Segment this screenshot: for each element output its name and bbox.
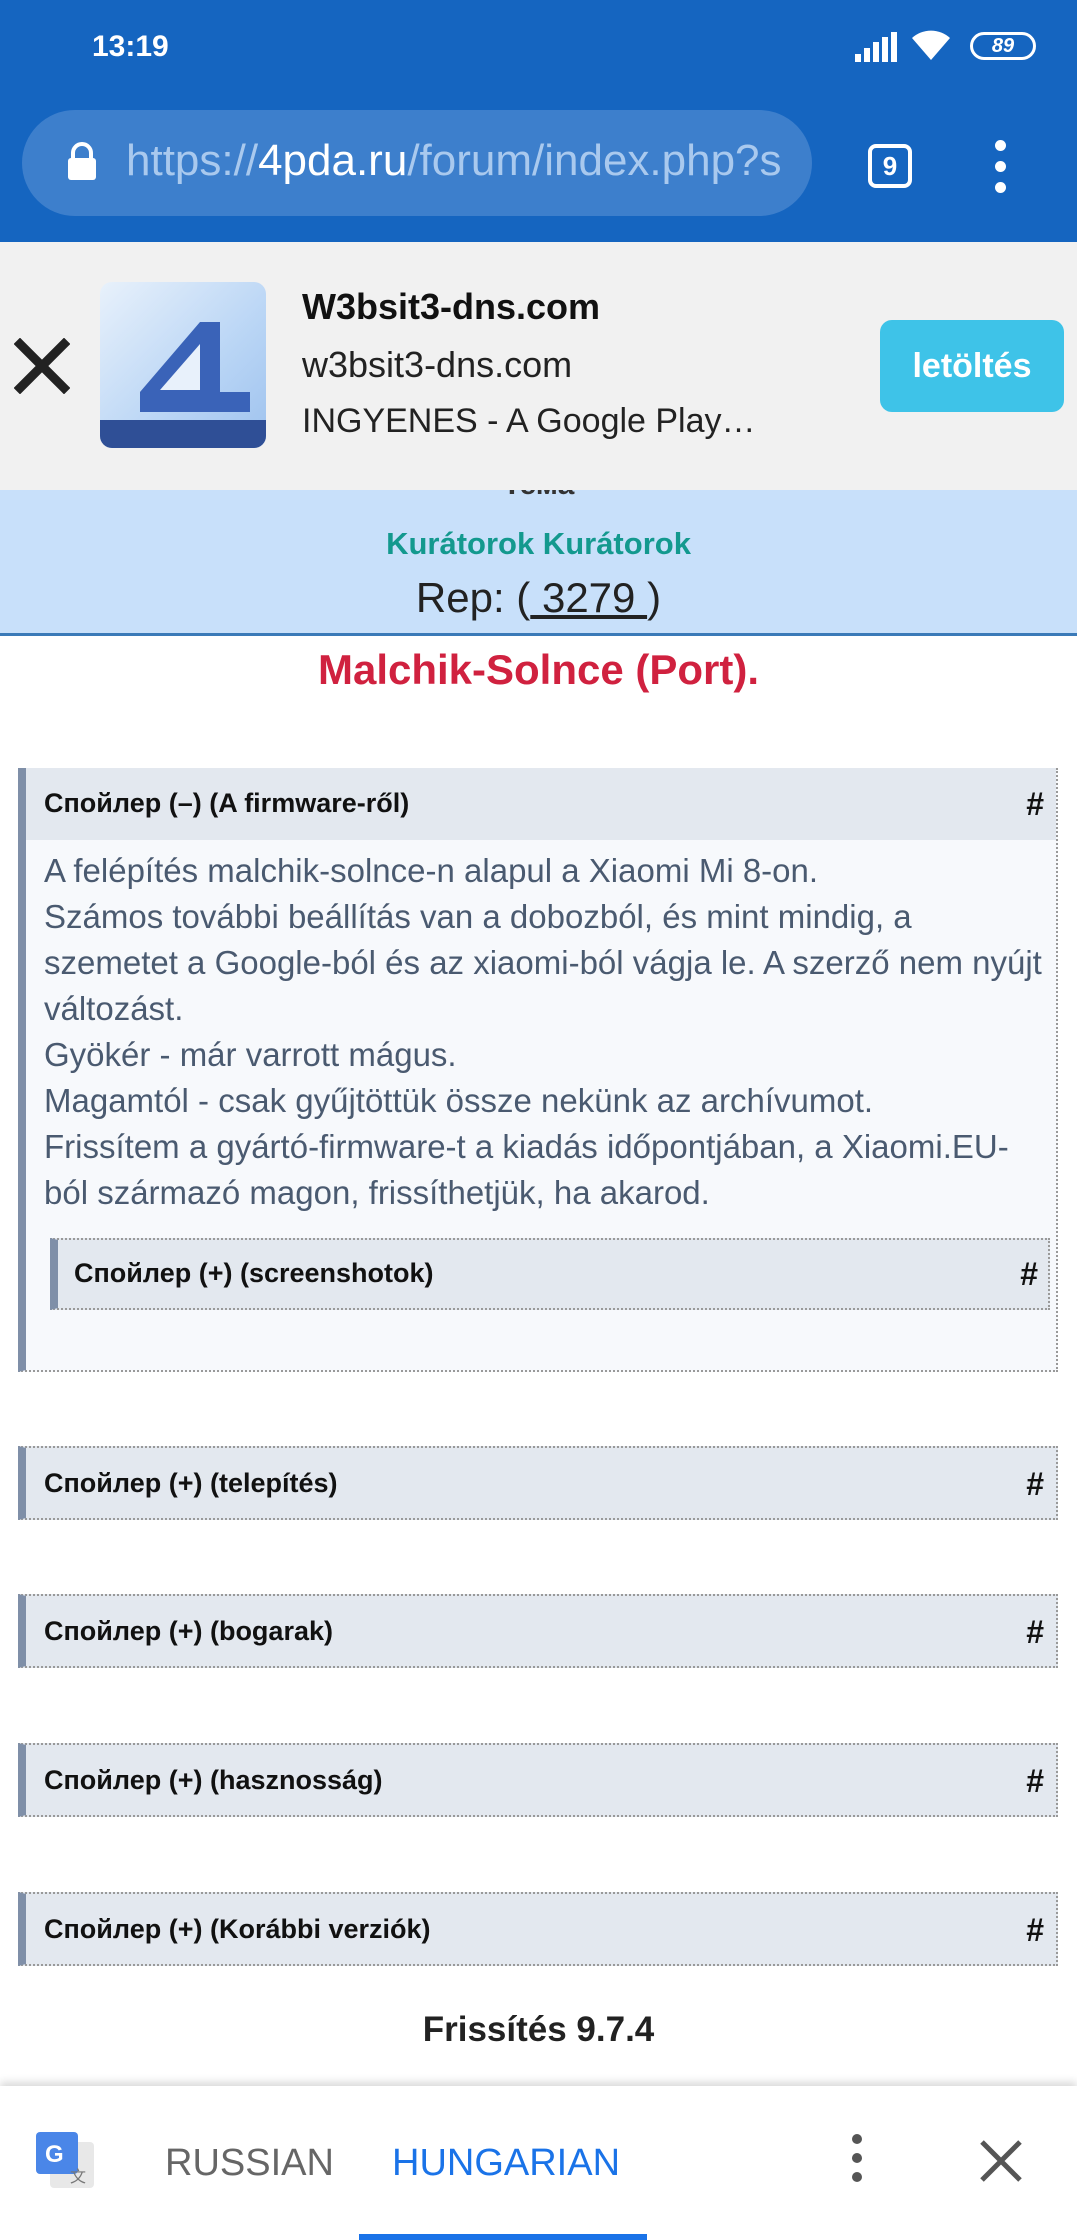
spoiler-label: Спойлер (+) (Korábbi verziók) [44,1914,431,1944]
spoiler-label: Спойлер (+) (screenshotok) [74,1258,434,1288]
spoiler-header[interactable]: Спойлер (+) (telepítés) # [26,1448,1056,1520]
url-host: 4pda.ru [258,136,408,185]
reputation: Rep: ( 3279 ) [0,574,1077,622]
spoiler-anchor-link[interactable]: # [1026,1763,1044,1800]
spoiler-anchor-link[interactable]: # [1026,1912,1044,1949]
url-scheme: https:// [126,136,259,185]
spoiler-header[interactable]: Спойлер (+) (hasznosság) # [26,1745,1056,1817]
post-text: Gyökér - már varrott mágus. [44,1036,457,1073]
ad-title: W3bsit3-dns.com [302,286,601,327]
spoiler-anchor-link[interactable]: # [1026,786,1044,823]
spoiler-header[interactable]: Спойлер (–) (A firmware-ről) # [26,768,1056,840]
app-logo [100,282,266,448]
menu-dot-icon [852,2134,862,2144]
spoiler-label: Спойлер (+) (telepítés) [44,1468,338,1498]
lock-icon [68,142,96,180]
spoiler-previous-versions[interactable]: Спойлер (+) (Korábbi verziók) # [18,1892,1058,1966]
close-icon[interactable] [978,2138,1024,2184]
selected-tab-indicator [359,2234,647,2240]
svg-text:G: G [45,2141,64,2168]
tab-switcher-button[interactable]: 9 [868,144,912,188]
google-translate-icon: G 文 [36,2132,94,2188]
ad-description: INGYENES - A Google Play… [302,402,756,440]
author-profile: Тема Kurátorok Kurátorok Rep: ( 3279 ) [0,490,1077,636]
menu-dot-icon [994,161,1006,172]
rep-suffix: ) [647,574,662,621]
status-time: 13:19 [92,30,169,63]
4pda-logo-icon [100,322,266,448]
url-path: /forum/index.php?s [407,136,782,185]
update-heading: Frissítés 9.7.4 [422,2010,655,2049]
spoiler-body: A felépítés malchik-solnce-n alapul a Xi… [26,840,1056,1350]
post-author[interactable]: Malchik-Solnce (Port). [0,646,1077,694]
menu-dot-icon [852,2153,862,2163]
target-language-tab[interactable]: HUNGARIAN [392,2142,620,2185]
ad-domain: w3bsit3-dns.com [302,344,573,385]
cell-signal-icon [855,32,897,62]
status-bar: 13:19 89 [0,0,1077,96]
spoiler-install[interactable]: Спойлер (+) (telepítés) # [18,1446,1058,1520]
post-text: Frissítem a gyártó-firmware-t a kiadás i… [44,1128,1009,1211]
user-group[interactable]: Kurátorok Kurátorok [0,526,1077,562]
spoiler-header[interactable]: Спойлер (+) (Korábbi verziók) # [26,1894,1056,1966]
wifi-icon [912,30,950,60]
profile-cut-label: Тема [0,490,1077,502]
address-bar[interactable]: https://4pda.ru/forum/index.php?s [22,110,812,216]
spoiler-label: Спойлер (+) (hasznosság) [44,1765,383,1795]
spoiler-header[interactable]: Спойлер (+) (bogarak) # [26,1596,1056,1668]
source-language-tab[interactable]: RUSSIAN [165,2142,334,2185]
browser-menu-button[interactable] [990,140,1010,200]
install-button[interactable]: letöltés [880,320,1064,412]
battery-indicator: 89 [970,32,1036,60]
spoiler-label: Спойлер (–) (A firmware-ről) [44,788,410,818]
browser-toolbar: https://4pda.ru/forum/index.php?s 9 [0,96,1077,242]
spoiler-screenshots[interactable]: Спойлер (+) (screenshotok) # [50,1238,1050,1310]
translate-bar: G 文 RUSSIAN HUNGARIAN [0,2086,1077,2240]
spoiler-bugs[interactable]: Спойлер (+) (bogarak) # [18,1594,1058,1668]
post-text: Magamtól - csak gyűjtöttük össze nekünk … [44,1082,874,1119]
spoiler-firmware: Спойлер (–) (A firmware-ről) # A felépít… [18,768,1058,1372]
app-install-banner[interactable]: W3bsit3-dns.com w3bsit3-dns.com INGYENES… [0,242,1077,490]
rep-prefix: Rep: ( [415,574,531,621]
post-text: A felépítés malchik-solnce-n alapul a Xi… [44,852,819,889]
spoiler-usefulness[interactable]: Спойлер (+) (hasznosság) # [18,1743,1058,1817]
spoiler-label: Спойлер (+) (bogarak) [44,1616,333,1646]
menu-dot-icon [852,2172,862,2182]
svg-text:文: 文 [70,2167,86,2186]
url-text[interactable]: https://4pda.ru/forum/index.php?s [126,136,782,186]
menu-dot-icon [994,140,1006,151]
rep-value-link[interactable]: 3279 [530,574,647,621]
spoiler-anchor-link[interactable]: # [1020,1256,1038,1293]
spoiler-anchor-link[interactable]: # [1026,1614,1044,1651]
translate-menu-button[interactable] [850,2134,864,2191]
spoiler-anchor-link[interactable]: # [1026,1466,1044,1503]
menu-dot-icon [994,182,1006,193]
post-text: Számos további beállítás van a dobozból,… [44,898,1042,1027]
close-icon[interactable] [14,338,70,394]
